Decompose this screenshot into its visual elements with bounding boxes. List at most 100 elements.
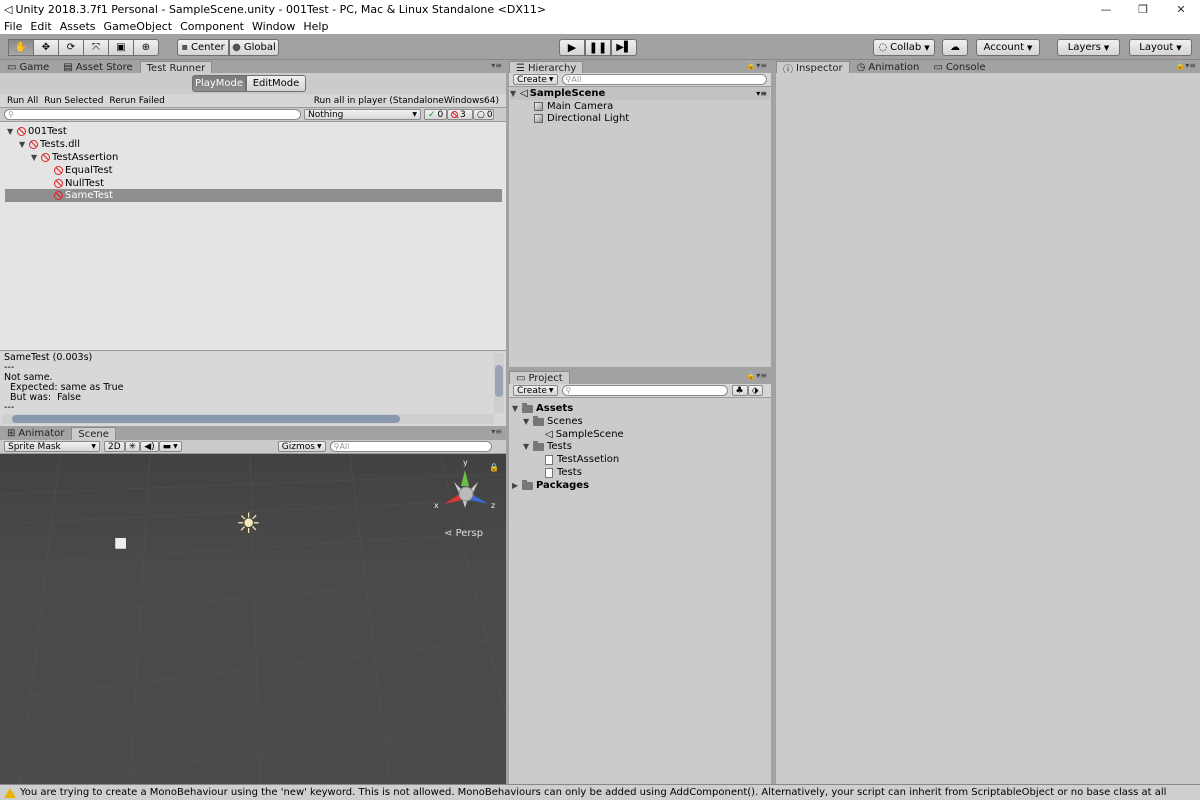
- project-search-input[interactable]: ⚲: [561, 385, 728, 396]
- inspector-panel: [776, 73, 1200, 784]
- category-filter-dropdown[interactable]: Nothing ▼: [304, 109, 421, 120]
- directional-light-gizmo-icon[interactable]: ☀: [236, 510, 261, 538]
- panel-menu-icon[interactable]: 🔒▾≡: [1175, 61, 1196, 70]
- effects-dropdown[interactable]: ▬ ▼: [158, 441, 182, 452]
- test-tree-item-testassertion[interactable]: ▼ TestAssertion: [31, 151, 118, 164]
- menu-assets[interactable]: Assets: [56, 20, 100, 33]
- status-bar[interactable]: You are trying to create a MonoBehaviour…: [0, 784, 1200, 800]
- play-button[interactable]: ▶: [559, 39, 585, 56]
- expand-arrow-icon[interactable]: ▼: [19, 140, 29, 149]
- menu-component[interactable]: Component: [176, 20, 248, 33]
- move-tool-button[interactable]: ✥: [33, 39, 59, 56]
- tab-scene[interactable]: Scene: [71, 427, 116, 440]
- project-item-testassetion[interactable]: TestAssetion: [545, 453, 619, 466]
- tab-animator[interactable]: ⊞ Animator: [0, 427, 71, 440]
- step-button[interactable]: ▶▌: [611, 39, 637, 56]
- scene-orientation-gizmo[interactable]: y x z 🔒: [432, 458, 502, 520]
- hierarchy-item-directional-light[interactable]: Directional Light: [534, 112, 629, 125]
- 2d-toggle[interactable]: 2D: [104, 441, 125, 452]
- layers-dropdown[interactable]: Layers ▼: [1057, 39, 1120, 56]
- test-tree-item-sametest[interactable]: SameTest: [5, 189, 502, 202]
- lighting-toggle[interactable]: ✳: [124, 441, 141, 452]
- audio-toggle[interactable]: ◀): [140, 441, 159, 452]
- expand-arrow-icon[interactable]: ▼: [523, 442, 533, 451]
- transform-tool-button[interactable]: ⊕: [133, 39, 159, 56]
- menu-window[interactable]: Window: [248, 20, 299, 33]
- search-by-type-button[interactable]: ♣: [731, 385, 748, 396]
- close-button[interactable]: ✕: [1162, 0, 1200, 18]
- maximize-button[interactable]: ❐: [1124, 0, 1162, 18]
- project-item-tests-asmdef[interactable]: Tests: [545, 466, 582, 479]
- menu-file[interactable]: File: [0, 20, 26, 33]
- hierarchy-create-dropdown[interactable]: Create ▼: [513, 74, 558, 85]
- clock-icon: ◷: [856, 62, 866, 73]
- expand-arrow-icon[interactable]: ▼: [523, 417, 533, 426]
- account-dropdown[interactable]: Account ▼: [976, 39, 1040, 56]
- scene-menu-icon[interactable]: ▾≡: [756, 89, 767, 98]
- menu-help[interactable]: Help: [299, 20, 332, 33]
- gizmos-dropdown[interactable]: Gizmos ▼: [277, 441, 326, 452]
- project-item-packages[interactable]: ▶ Packages: [512, 479, 589, 492]
- rect-tool-button[interactable]: ▣: [108, 39, 134, 56]
- layout-dropdown[interactable]: Layout ▼: [1129, 39, 1192, 56]
- project-item-tests-folder[interactable]: ▼ Tests: [523, 440, 572, 453]
- globe-icon: ●: [232, 42, 241, 53]
- run-selected-button[interactable]: Run Selected: [41, 95, 106, 106]
- expand-arrow-icon[interactable]: ▼: [7, 127, 17, 136]
- project-item-scenes[interactable]: ▼ Scenes: [523, 415, 583, 428]
- rotate-tool-button[interactable]: ⟳: [58, 39, 84, 56]
- fail-icon: [451, 111, 458, 118]
- skipped-filter-toggle[interactable]: ○ 0: [473, 109, 494, 120]
- test-tree-item-tests-dll[interactable]: ▼ Tests.dll: [19, 138, 80, 151]
- scale-tool-button[interactable]: ⤧: [83, 39, 109, 56]
- dropdown-arrow-icon: ▼: [548, 76, 554, 83]
- collab-dropdown[interactable]: ◌ Collab ▼: [873, 39, 935, 56]
- failed-filter-toggle[interactable]: 3: [447, 109, 473, 120]
- panel-menu-icon[interactable]: ▾≡: [491, 427, 502, 436]
- test-tree-item-001test[interactable]: ▼ 001Test: [7, 125, 67, 138]
- play-icon: ▶: [567, 41, 577, 54]
- details-hscroll-thumb[interactable]: [12, 415, 400, 423]
- tab-project[interactable]: ▭ Project: [509, 371, 570, 384]
- folder-icon: [522, 479, 533, 490]
- pivot-global-button[interactable]: ● Global: [229, 39, 279, 56]
- hierarchy-scene-row[interactable]: ▼ ◁ SampleScene ▾≡: [510, 87, 770, 100]
- run-in-player-button[interactable]: Run all in player (StandaloneWindows64): [311, 95, 502, 106]
- rerun-failed-button[interactable]: Rerun Failed: [106, 95, 167, 106]
- lock-icon[interactable]: 🔒: [489, 463, 499, 472]
- test-search-input[interactable]: ⚲: [4, 109, 301, 120]
- expand-arrow-icon[interactable]: ▶: [512, 481, 522, 490]
- expand-arrow-icon[interactable]: ▼: [510, 89, 520, 98]
- hierarchy-search-input[interactable]: ⚲ All: [561, 74, 767, 85]
- editmode-tab[interactable]: EditMode: [246, 75, 306, 92]
- pivot-center-button[interactable]: ▪ Center: [177, 39, 229, 56]
- scene-search-input[interactable]: ⚲ All: [329, 441, 492, 452]
- search-icon: ⚲: [565, 386, 572, 395]
- expand-arrow-icon[interactable]: ▼: [512, 404, 522, 413]
- expand-arrow-icon[interactable]: ▼: [31, 153, 41, 162]
- hand-tool-button[interactable]: ✋: [8, 39, 34, 56]
- scene-viewport[interactable]: ☀ ■ y x z 🔒 ⋖ Persp: [0, 454, 506, 784]
- search-by-label-button[interactable]: ⬗: [747, 385, 763, 396]
- test-tree-item-equaltest[interactable]: EqualTest: [54, 164, 113, 177]
- project-create-dropdown[interactable]: Create ▼: [513, 385, 558, 396]
- project-item-assets[interactable]: ▼ Assets: [512, 402, 573, 415]
- pause-button[interactable]: ❚❚: [585, 39, 611, 56]
- camera-gizmo-icon[interactable]: ■: [114, 535, 127, 551]
- skip-icon: ○: [477, 109, 485, 120]
- passed-filter-toggle[interactable]: ✓ 0: [424, 109, 447, 120]
- cloud-button[interactable]: ☁: [942, 39, 968, 56]
- playmode-tab[interactable]: PlayMode: [192, 75, 246, 92]
- draw-mode-dropdown[interactable]: Sprite Mask ▼: [4, 441, 100, 452]
- details-vscroll-thumb[interactable]: [495, 365, 503, 397]
- projection-label[interactable]: ⋖ Persp: [444, 528, 483, 539]
- details-horizontal-scrollbar[interactable]: [2, 414, 494, 424]
- panel-menu-icon[interactable]: ▾≡: [491, 61, 502, 70]
- details-vertical-scrollbar[interactable]: [494, 353, 504, 413]
- run-all-button[interactable]: Run All: [4, 95, 41, 106]
- minimize-button[interactable]: —: [1087, 0, 1125, 18]
- panel-menu-icon[interactable]: 🔒▾≡: [746, 61, 767, 70]
- menu-gameobject[interactable]: GameObject: [100, 20, 177, 33]
- panel-menu-icon[interactable]: 🔒▾≡: [746, 371, 767, 380]
- menu-edit[interactable]: Edit: [26, 20, 55, 33]
